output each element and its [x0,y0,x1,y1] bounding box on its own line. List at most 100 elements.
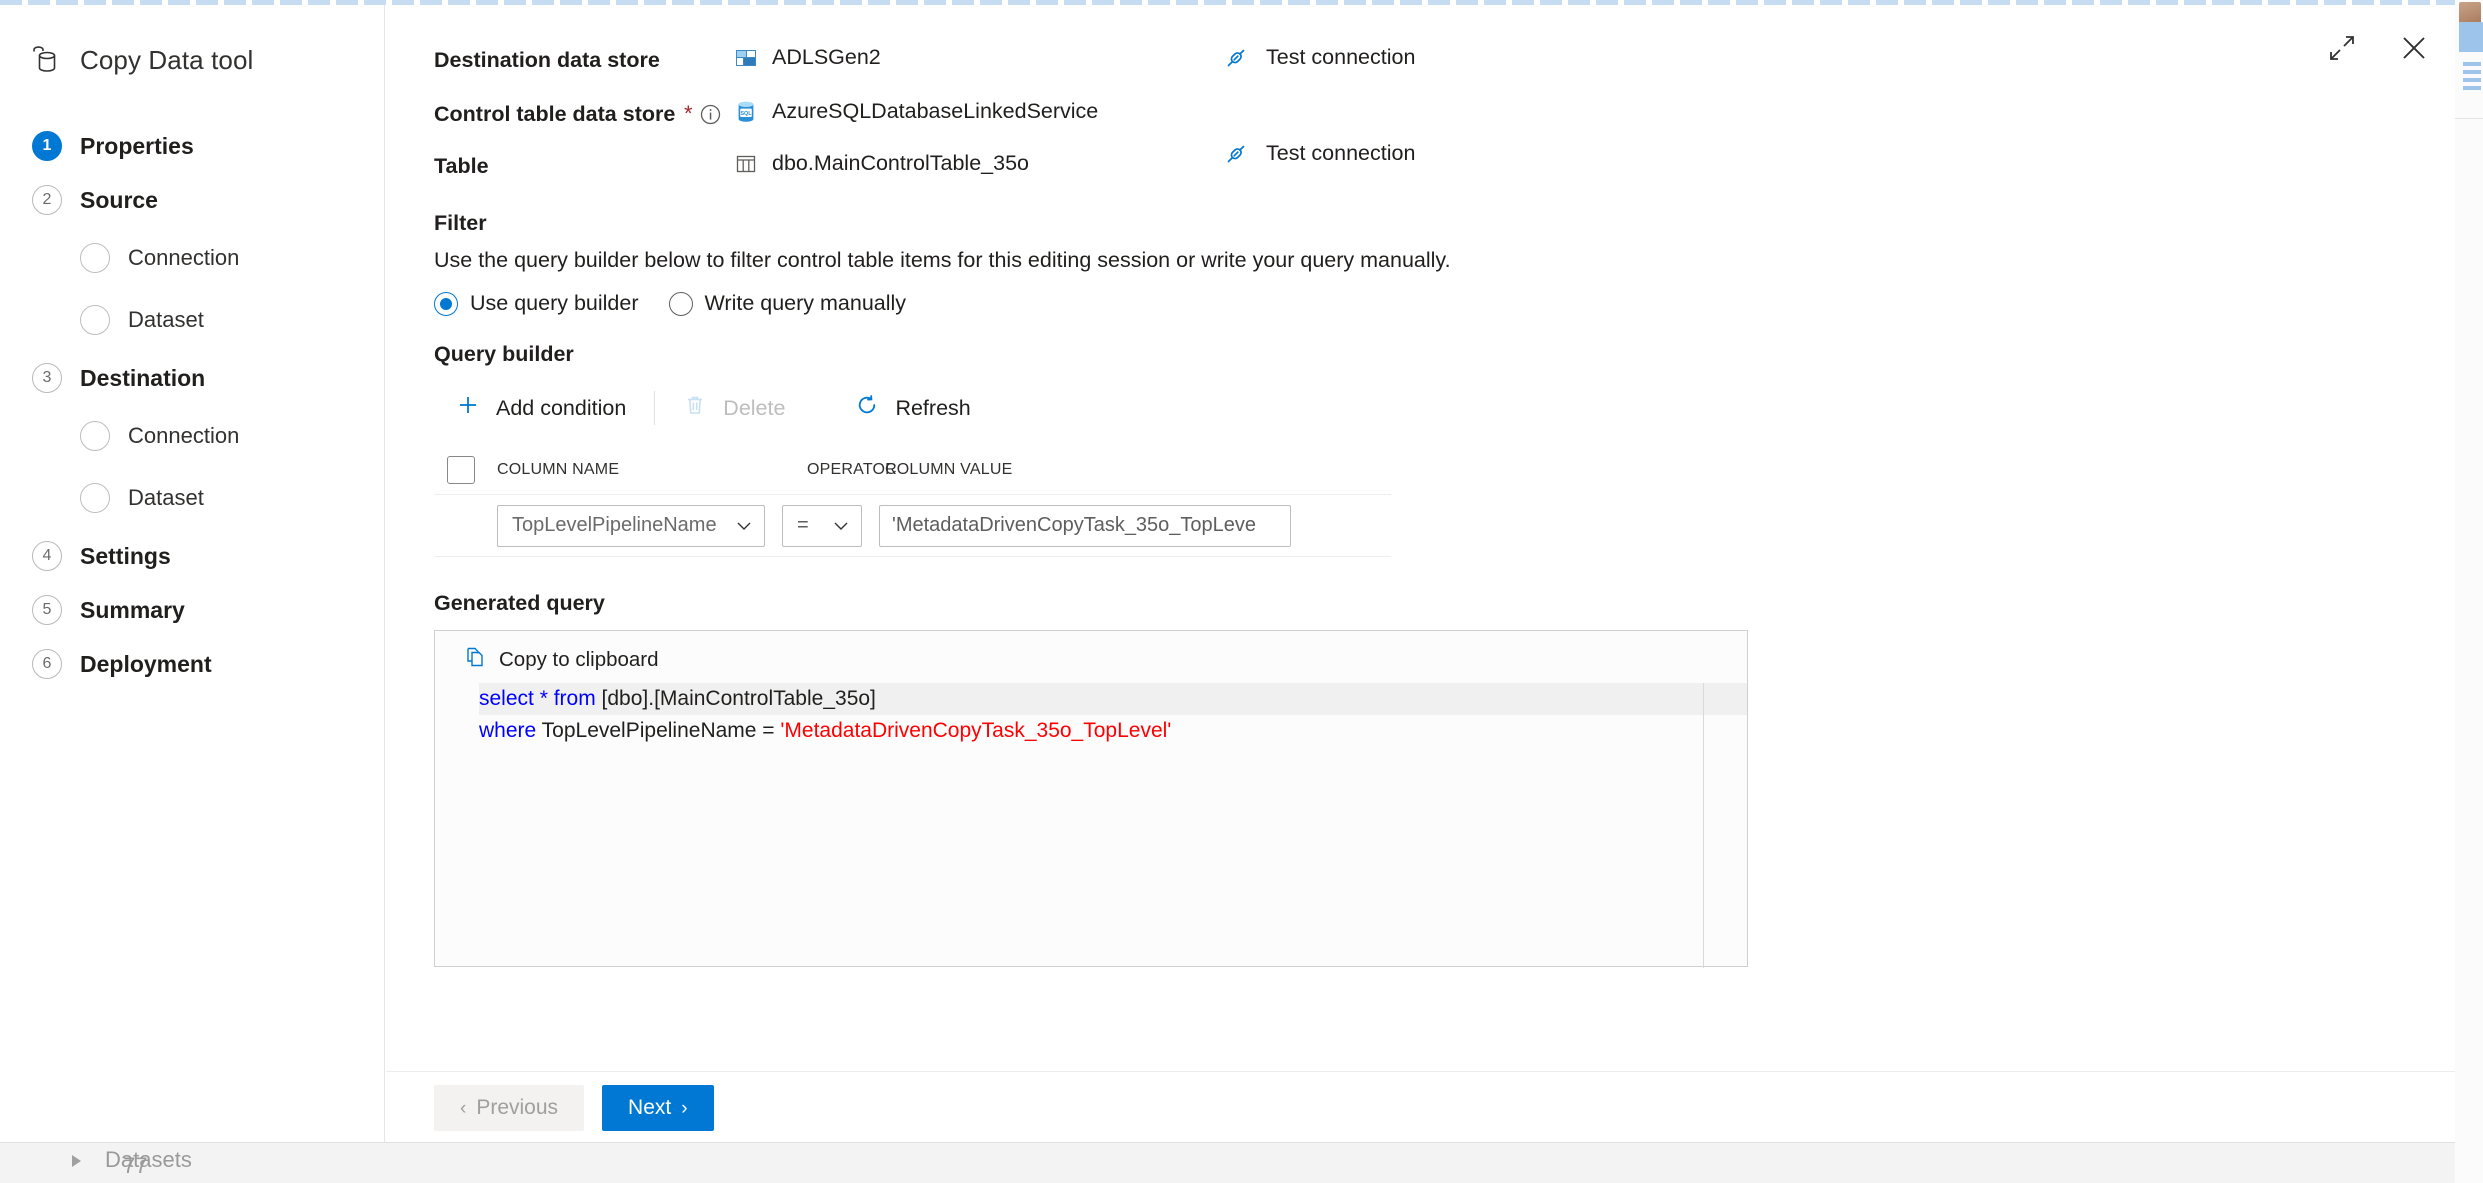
sql-identifier: TopLevelPipelineName = [536,719,781,742]
generated-query-heading: Generated query [434,591,605,615]
generated-query-code[interactable]: select * from [dbo].[MainControlTable_35… [435,683,1747,966]
substep-label: Dataset [128,485,204,510]
query-line: select * from [dbo].[MainControlTable_35… [479,683,1747,715]
sidebar-item-summary[interactable]: 5 Summary [0,583,384,637]
background-page-right [2455,0,2483,1183]
radio-circle-icon [668,291,693,316]
delete-button[interactable]: Delete [661,385,807,431]
step-label: Destination [80,364,206,391]
control-table-data-store-value-wrap: SQL AzureSQLDatabaseLinkedService [734,95,2364,124]
control-table-data-store-value: AzureSQLDatabaseLinkedService [772,99,1099,123]
sidebar-item-destination[interactable]: 3 Destination [0,351,384,405]
refresh-button[interactable]: Refresh [833,385,992,431]
step-number-badge: 2 [32,185,62,215]
chevron-down-icon [734,516,754,536]
close-icon[interactable] [2399,33,2429,63]
table-value: dbo.MainControlTable_35o [772,151,1029,175]
sidebar-item-destination-connection[interactable]: Connection [0,405,384,467]
background-datasets-row[interactable]: Datasets [0,1142,385,1183]
test-connection-label: Test connection [1266,45,1416,69]
destination-data-store-row: Destination data store ADLSGen2 Test con… [434,41,2364,75]
refresh-icon [855,393,879,423]
filter-heading: Filter [434,211,487,235]
generated-query-box: Copy to clipboard select * from [dbo].[M… [434,630,1748,968]
sql-string-literal: 'MetadataDrivenCopyTask_35o_TopLevel' [780,719,1172,742]
adls-gen2-icon [734,46,758,70]
destination-data-store-value-wrap: ADLSGen2 [734,41,2364,70]
query-builder-toolbar: Add condition Delete Refresh [434,381,2364,435]
chevron-down-icon [831,516,851,536]
copy-data-tool-window: Copy Data tool 1 Properties 2 Source Con… [0,0,2483,1183]
trash-icon [683,393,707,423]
radio-circle-icon [434,291,458,316]
delete-label: Delete [723,395,786,420]
step-label: Settings [80,542,171,569]
sidebar-item-properties[interactable]: 1 Properties [0,119,384,173]
sidebar-item-source-dataset[interactable]: Dataset [0,289,384,351]
main-panel: Destination data store ADLSGen2 Test con… [386,5,2455,1142]
wizard-footer: ‹ Previous Next › [386,1071,2455,1142]
substep-label: Connection [128,245,240,270]
chevron-right-icon [72,1155,81,1167]
step-label: Properties [80,132,194,159]
column-name-dropdown[interactable]: TopLevelPipelineName [497,504,765,547]
sidebar-item-settings[interactable]: 4 Settings [0,529,384,583]
select-all-checkbox[interactable] [447,455,475,484]
column-name-value: TopLevelPipelineName [512,514,717,536]
sql-keyword: select [479,687,534,710]
radio-label: Write query manually [704,291,907,315]
database-stack-icon [28,43,62,77]
destination-data-store-label: Destination data store [434,48,660,72]
sql-keyword-2: from [553,687,596,710]
control-table-test-connection-button[interactable]: Test connection [1224,141,1415,166]
column-value-input[interactable]: 'MetadataDrivenCopyTask_35o_TopLeve [879,504,1291,547]
conditions-table-header: COLUMN NAME OPERATOR COLUMN VALUE [434,445,1391,495]
condition-row: TopLevelPipelineName = 'MetadataDrivenCo… [434,495,1391,557]
step-label: Deployment [80,650,212,677]
destination-required-slot [684,41,734,49]
sidebar-item-destination-dataset[interactable]: Dataset [0,467,384,529]
sidebar-item-source[interactable]: 2 Source [0,173,384,227]
copy-icon [463,645,487,674]
radio-write-query-manually[interactable]: Write query manually [668,291,907,316]
sidebar-item-source-connection[interactable]: Connection [0,227,384,289]
next-label: Next [628,1096,672,1119]
add-condition-label: Add condition [496,395,627,420]
test-connection-label: Test connection [1266,141,1416,165]
svg-text:SQL: SQL [740,111,752,117]
copy-to-clipboard-button[interactable]: Copy to clipboard [435,631,1747,674]
step-number-badge: 4 [32,541,62,571]
column-value-text: 'MetadataDrivenCopyTask_35o_TopLeve [892,514,1257,536]
window-title-bar: Copy Data tool [0,5,384,77]
info-circle-icon[interactable] [700,104,721,125]
plug-connection-icon [1224,142,1248,166]
plug-connection-icon [1224,46,1248,70]
toolbar-divider [654,391,656,425]
step-label: Summary [80,596,185,623]
background-divider [2455,118,2483,119]
azure-sql-database-icon: SQL [734,100,758,124]
wizard-sidebar: Copy Data tool 1 Properties 2 Source Con… [0,5,385,1142]
step-label: Source [80,186,158,213]
avatar [2459,2,2481,24]
column-header-operator: OPERATOR [807,460,897,478]
column-header-column-name: COLUMN NAME [497,460,620,478]
panel-content: Destination data store ADLSGen2 Test con… [434,41,2364,968]
control-table-data-store-row: Control table data store * SQL AzureSQLD… [434,95,2364,165]
destination-data-store-value: ADLSGen2 [772,45,881,69]
previous-button[interactable]: ‹ Previous [434,1085,585,1131]
next-button[interactable]: Next › [602,1085,714,1131]
table-required-slot [684,147,734,155]
destination-test-connection-button[interactable]: Test connection [1224,45,1415,70]
step-number-badge: 5 [32,595,62,625]
background-lines [2463,62,2481,98]
operator-dropdown[interactable]: = [782,504,862,547]
copy-to-clipboard-label: Copy to clipboard [499,647,659,671]
column-header-column-value: COLUMN VALUE [885,460,1013,478]
add-condition-button[interactable]: Add condition [434,385,648,431]
background-blue-block [2459,22,2483,52]
datasets-label: Datasets [105,1147,192,1172]
sidebar-item-deployment[interactable]: 6 Deployment [0,637,384,691]
substep-dot-icon [80,483,110,513]
radio-use-query-builder[interactable]: Use query builder [434,291,639,316]
